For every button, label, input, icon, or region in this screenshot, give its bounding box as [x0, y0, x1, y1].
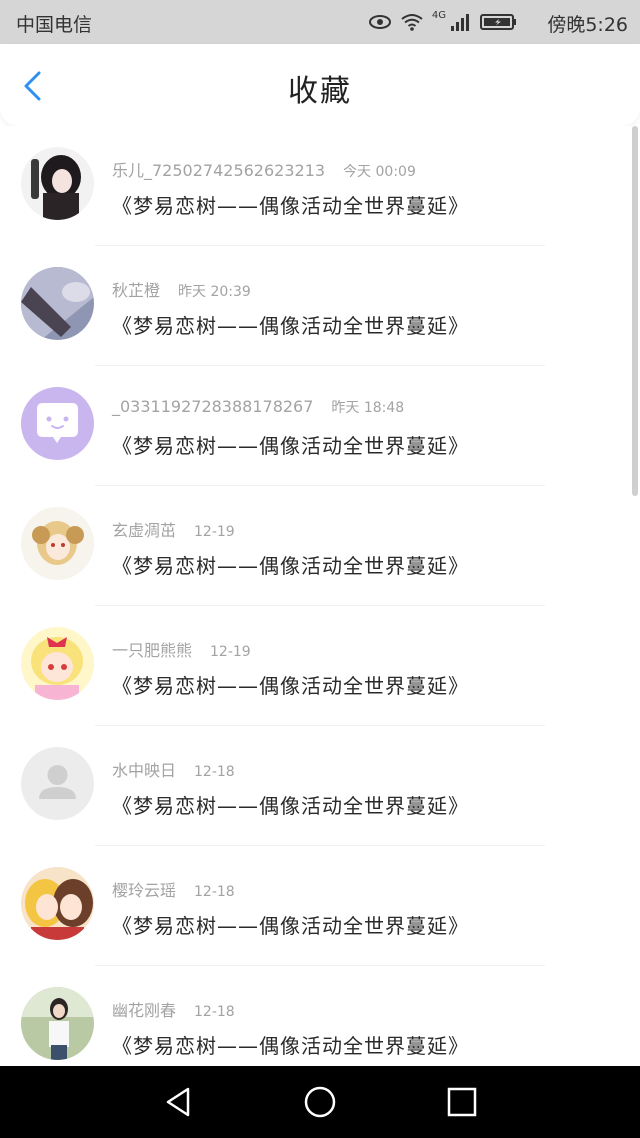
- status-bar: 中国电信 4G 傍晚5:26: [0, 0, 640, 44]
- status-icons: 4G: [368, 10, 518, 34]
- list-item[interactable]: _0331192728388178267 昨天 18:48 《梦易恋树——偶像活动…: [0, 366, 640, 486]
- clock-time: 傍晚5:26: [547, 14, 628, 36]
- topic-title[interactable]: 《梦易恋树——偶像活动全世界蔓延》: [112, 190, 469, 219]
- item-meta: 樱玲云瑶 12-18: [112, 877, 235, 901]
- timestamp: 昨天 18:48: [331, 400, 405, 416]
- system-navigation-bar: [0, 1066, 640, 1138]
- list-item[interactable]: 乐儿_72502742562623213 今天 00:09 《梦易恋树——偶像活动…: [0, 126, 640, 246]
- topic-title[interactable]: 《梦易恋树——偶像活动全世界蔓延》: [112, 910, 469, 939]
- item-meta: 玄虚凋茁 12-19: [112, 517, 235, 541]
- timestamp: 今天 00:09: [343, 164, 416, 180]
- timestamp: 12-19: [194, 524, 235, 540]
- carrier-name: 中国电信: [16, 14, 93, 36]
- timestamp: 12-19: [210, 644, 251, 660]
- user-name[interactable]: 幽花刚春: [112, 1001, 176, 1020]
- avatar[interactable]: [21, 987, 94, 1060]
- network-type-label: 4G: [431, 10, 446, 21]
- user-name[interactable]: 樱玲云瑶: [112, 881, 176, 900]
- avatar[interactable]: [21, 147, 94, 220]
- list-item[interactable]: 一只肥熊熊 12-19 《梦易恋树——偶像活动全世界蔓延》: [0, 606, 640, 726]
- scrollbar[interactable]: [632, 126, 638, 496]
- topic-title[interactable]: 《梦易恋树——偶像活动全世界蔓延》: [112, 790, 469, 819]
- list-item[interactable]: 玄虚凋茁 12-19 《梦易恋树——偶像活动全世界蔓延》: [0, 486, 640, 606]
- battery-icon: [480, 14, 516, 30]
- page-title: 收藏: [288, 74, 352, 109]
- timestamp: 昨天 20:39: [178, 284, 251, 300]
- avatar[interactable]: [21, 627, 94, 700]
- timestamp: 12-18: [194, 1004, 235, 1020]
- topic-title[interactable]: 《梦易恋树——偶像活动全世界蔓延》: [112, 310, 469, 339]
- item-meta: 一只肥熊熊 12-19: [112, 637, 251, 661]
- list-item[interactable]: 水中映日 12-18 《梦易恋树——偶像活动全世界蔓延》: [0, 726, 640, 846]
- avatar[interactable]: [21, 387, 94, 460]
- user-name[interactable]: 玄虚凋茁: [112, 521, 176, 540]
- topic-title[interactable]: 《梦易恋树——偶像活动全世界蔓延》: [112, 670, 469, 699]
- user-name[interactable]: 水中映日: [112, 761, 176, 780]
- topic-title[interactable]: 《梦易恋树——偶像活动全世界蔓延》: [112, 1030, 469, 1059]
- square-recents-icon[interactable]: [444, 1084, 480, 1120]
- item-meta: 幽花刚春 12-18: [112, 997, 235, 1021]
- favorites-list[interactable]: 乐儿_72502742562623213 今天 00:09 《梦易恋树——偶像活动…: [0, 126, 640, 1066]
- list-item[interactable]: 幽花刚春 12-18 《梦易恋树——偶像活动全世界蔓延》: [0, 966, 640, 1066]
- topic-title[interactable]: 《梦易恋树——偶像活动全世界蔓延》: [112, 430, 469, 459]
- avatar[interactable]: [21, 267, 94, 340]
- signal-icon: [451, 14, 469, 31]
- triangle-back-icon[interactable]: [160, 1084, 196, 1120]
- item-meta: _0331192728388178267 昨天 18:48: [112, 397, 404, 417]
- eye-icon: [368, 15, 391, 29]
- circle-home-icon[interactable]: [302, 1084, 338, 1120]
- header-bar: 收藏: [0, 44, 640, 126]
- wifi-icon: [401, 14, 423, 31]
- list-item[interactable]: 秋芷橙 昨天 20:39 《梦易恋树——偶像活动全世界蔓延》: [0, 246, 640, 366]
- avatar[interactable]: [21, 747, 94, 820]
- timestamp: 12-18: [194, 884, 235, 900]
- chat-bubble-icon: [37, 403, 78, 443]
- list-item[interactable]: 樱玲云瑶 12-18 《梦易恋树——偶像活动全世界蔓延》: [0, 846, 640, 966]
- user-name[interactable]: 一只肥熊熊: [112, 641, 192, 660]
- user-name[interactable]: 秋芷橙: [112, 281, 160, 300]
- item-meta: 秋芷橙 昨天 20:39: [112, 277, 251, 301]
- avatar[interactable]: [21, 507, 94, 580]
- user-name[interactable]: _0331192728388178267: [112, 397, 313, 416]
- topic-title[interactable]: 《梦易恋树——偶像活动全世界蔓延》: [112, 550, 469, 579]
- user-name[interactable]: 乐儿_72502742562623213: [112, 161, 325, 180]
- avatar[interactable]: [21, 867, 94, 940]
- item-meta: 乐儿_72502742562623213 今天 00:09: [112, 157, 416, 181]
- timestamp: 12-18: [194, 764, 235, 780]
- item-meta: 水中映日 12-18: [112, 757, 235, 781]
